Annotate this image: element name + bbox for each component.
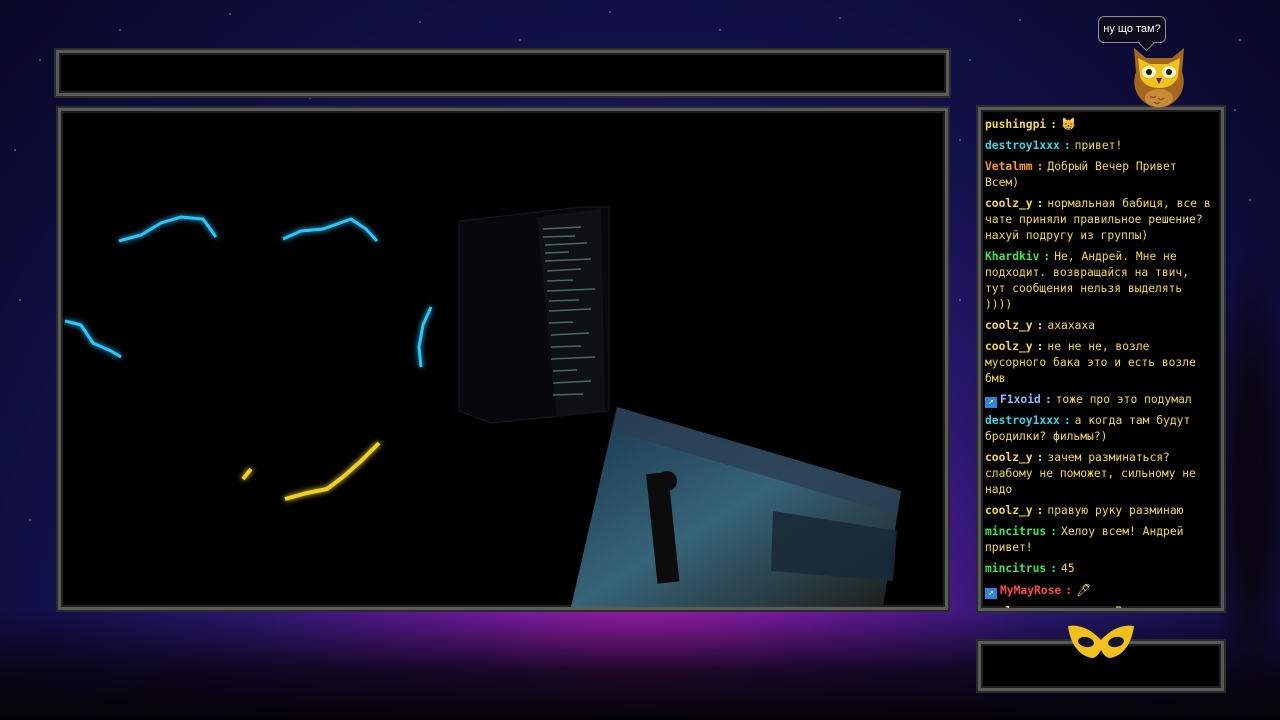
stream-video-frame [58,108,948,610]
chat-badge-icon: ↗ [985,588,997,599]
chat-separator: : [1044,393,1052,406]
chat-username[interactable]: Khardkiv [985,250,1039,263]
chat-separator: : [1063,139,1071,152]
chat-message: Khardkiv: Не, Андрей. Мне не подходит. во… [985,249,1215,313]
chat-separator: : [1036,451,1044,464]
chat-username[interactable]: coolz_y [985,605,1033,608]
chat-separator: : [1036,160,1044,173]
chat-separator: : [1036,340,1044,353]
chat-username[interactable]: coolz_y [985,340,1033,353]
chat-text: привет! [1074,139,1123,152]
chat-username[interactable]: destroy1xxx [985,414,1060,427]
led-glow-yellow [241,441,381,501]
chat-text: ахахаха [1047,319,1096,332]
chat-message: coolz_y:я уступаю Влоку [985,604,1215,608]
chat-separator: : [1050,118,1058,131]
dark-monitor [458,206,610,424]
chat-separator: : [1065,584,1073,597]
chat-username[interactable]: mincitrus [985,562,1046,575]
video-scene [64,206,901,607]
chat-text: правую руку разминаю [1047,504,1184,517]
chat-message: destroy1xxx: привет! [985,138,1215,154]
chat-username[interactable]: coolz_y [985,451,1033,464]
led-glow-blue [64,215,433,368]
chat-emote-icon: 😸 [1061,117,1076,131]
chat-separator: : [1037,605,1044,608]
chat-username[interactable]: mincitrus [985,525,1046,538]
chat-username[interactable]: coolz_y [985,197,1033,210]
chat-message: mincitrus:45 [985,561,1215,577]
mask-logo-icon [1068,625,1134,658]
chat-separator: : [1036,197,1044,210]
chat-message: mincitrus: Хелоу всем! Андрей привет! [985,524,1215,556]
chat-separator: : [1050,562,1058,575]
chat-panel: pushingpi: 😸 destroy1xxx: привет! Vetalmm: До… [978,107,1224,611]
chat-separator: : [1050,525,1058,538]
chat-text: 45 [1061,562,1075,575]
lit-monitor [571,407,901,607]
chat-emote-icon: 🖊 [1076,583,1092,597]
chat-text: я уступаю Влоку [1047,605,1149,608]
chat-separator: : [1043,250,1051,263]
chat-separator: : [1063,414,1071,427]
owl-icon [1134,48,1184,108]
chat-text: тоже про это подумал [1055,393,1192,406]
chat-username[interactable]: destroy1xxx [985,139,1060,152]
chat-message: coolz_y: нормальная бабиця, все в чате пр… [985,196,1215,244]
chat-message: pushingpi: 😸 [985,116,1215,133]
chat-username[interactable]: Vetalmm [985,160,1033,173]
chat-username[interactable]: pushingpi [985,118,1046,131]
chat-message: ↗ MyMayRose: 🖊 [985,582,1215,599]
chat-badge-icon: ↗ [985,397,997,408]
chat-username[interactable]: F1xoid [1000,393,1041,406]
chat-message: coolz_y: ахахаха [985,318,1215,334]
chat-message: Vetalmm: Добрый Вечер Привет Всем) [985,159,1215,191]
chat-message: ↗ F1xoid: тоже про это подумал [985,392,1215,408]
chat-message-list: pushingpi: 😸 destroy1xxx: привет! Vetalmm: До… [985,116,1215,608]
chat-username[interactable]: coolz_y [985,504,1033,517]
top-banner-frame [56,50,949,96]
chat-message: coolz_y: зачем разминаться? слабому не по… [985,450,1215,498]
chat-message: coolz_y: не не не, возле мусорного бака э… [985,339,1215,387]
chat-separator: : [1036,504,1044,517]
chat-message: coolz_y: правую руку разминаю [985,503,1215,519]
chat-username[interactable]: MyMayRose [1000,584,1061,597]
chat-message: destroy1xxx: а когда там будут бродилки? … [985,413,1215,445]
chat-separator: : [1036,319,1044,332]
chat-username[interactable]: coolz_y [985,319,1033,332]
